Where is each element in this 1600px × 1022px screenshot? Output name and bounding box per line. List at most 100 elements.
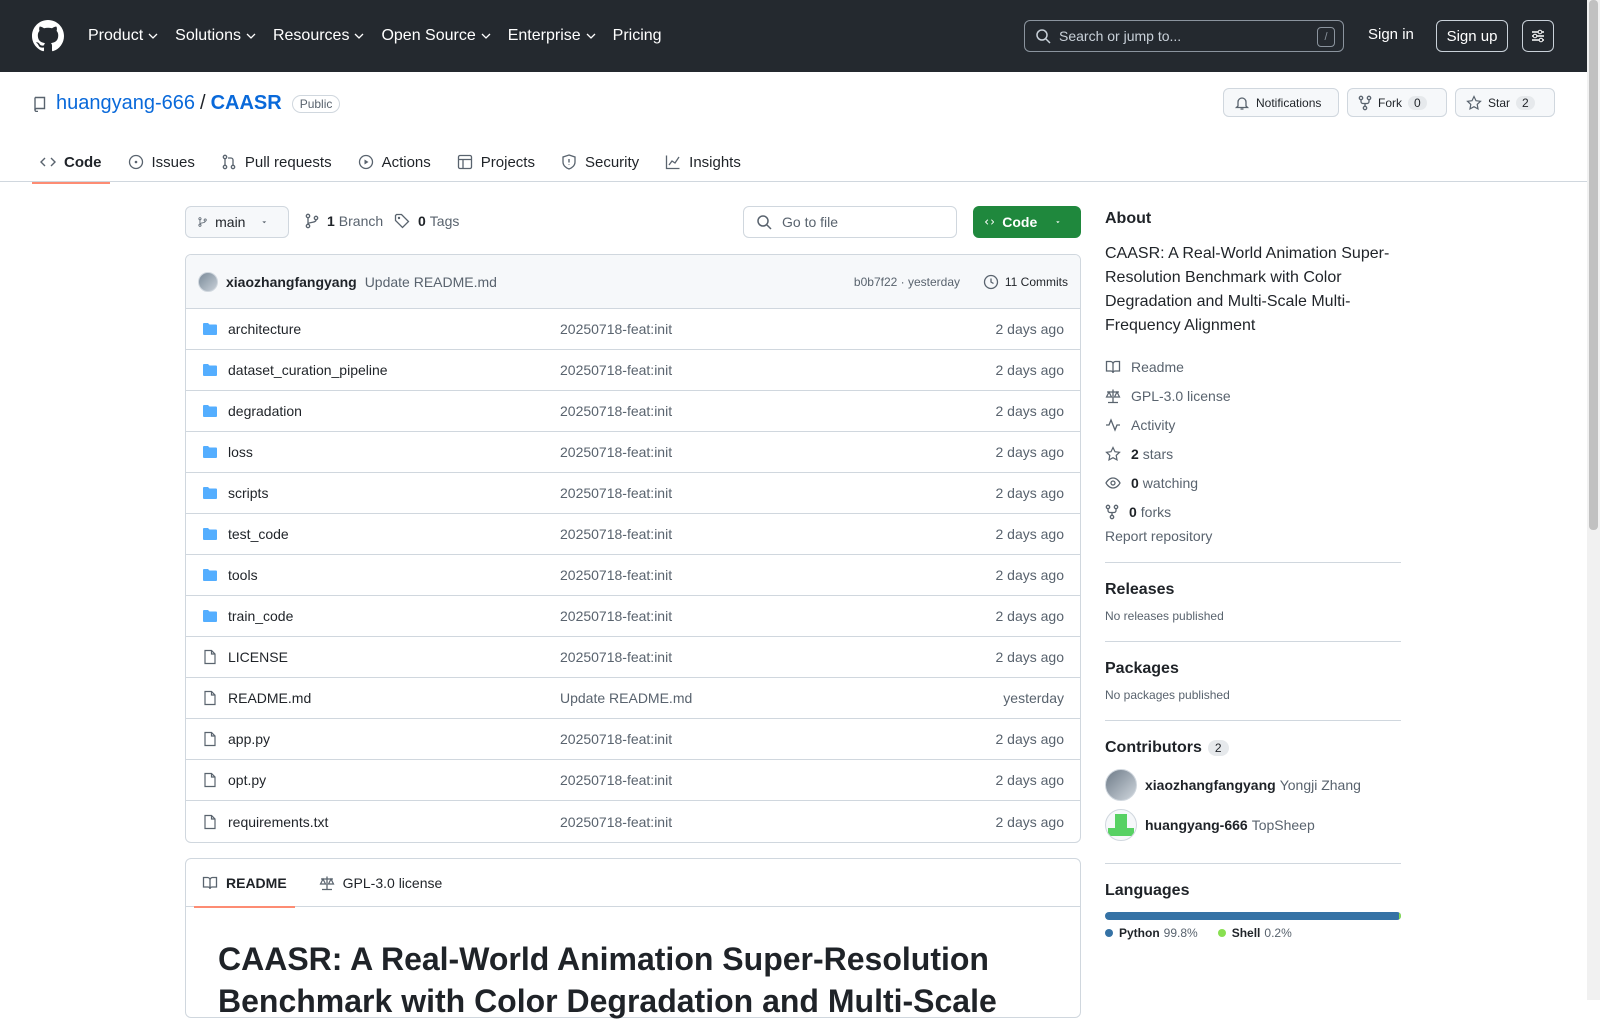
tab-insights[interactable]: Insights [657,146,749,178]
tab-license[interactable]: GPL-3.0 license [311,859,451,907]
settings-menu-button[interactable] [1522,20,1554,52]
file-commit-message[interactable]: 20250718-feat:init [560,608,672,624]
code-dropdown-button[interactable]: Code [973,206,1081,238]
file-row[interactable]: test_code 20250718-feat:init 2 days ago [186,514,1080,555]
forks-link[interactable]: 0 forks [1105,497,1401,526]
file-name[interactable]: dataset_curation_pipeline [228,362,560,378]
contributors-heading[interactable]: Contributors 2 [1105,739,1401,757]
file-commit-message[interactable]: 20250718-feat:init [560,321,672,337]
nav-product[interactable]: Product [88,27,158,45]
file-name[interactable]: LICENSE [228,649,560,665]
go-to-file-input[interactable]: Go to file [743,206,957,238]
file-name[interactable]: scripts [228,485,560,501]
file-commit-message[interactable]: Update README.md [560,690,692,706]
file-commit-message[interactable]: 20250718-feat:init [560,649,672,665]
watching-count: 0 [1131,474,1139,491]
file-row[interactable]: loss 20250718-feat:init 2 days ago [186,432,1080,473]
folder-icon [203,528,217,540]
file-name[interactable]: app.py [228,731,560,747]
releases-heading[interactable]: Releases [1105,581,1401,599]
tab-readme[interactable]: README [194,859,295,908]
file-name[interactable]: requirements.txt [228,814,560,830]
file-commit-message[interactable]: 20250718-feat:init [560,362,672,378]
file-name[interactable]: train_code [228,608,560,624]
repo-owner-link[interactable]: huangyang-666 [56,92,195,115]
watching-link[interactable]: 0 watching [1105,468,1401,497]
avatar[interactable] [198,271,218,292]
nav-resources[interactable]: Resources [273,27,364,45]
branch-select-button[interactable]: main [185,206,289,238]
file-row[interactable]: app.py 20250718-feat:init 2 days ago [186,719,1080,760]
file-row[interactable]: architecture 20250718-feat:init 2 days ago [186,309,1080,350]
file-row[interactable]: scripts 20250718-feat:init 2 days ago [186,473,1080,514]
license-link[interactable]: GPL-3.0 license [1105,381,1401,410]
sign-up-button[interactable]: Sign up [1436,20,1508,52]
contributor-item[interactable]: huangyang-666 TopSheep [1105,805,1401,845]
star-button[interactable]: Star 2 [1455,88,1555,117]
nav-solutions[interactable]: Solutions [175,27,256,45]
chevron-down-icon [481,33,491,39]
commit-message[interactable]: Update README.md [365,274,497,290]
file-row[interactable]: dataset_curation_pipeline 20250718-feat:i… [186,350,1080,391]
file-name[interactable]: opt.py [228,772,560,788]
repo-icon [34,96,46,112]
file-commit-message[interactable]: 20250718-feat:init [560,444,672,460]
tab-actions[interactable]: Actions [350,146,439,178]
nav-open-source[interactable]: Open Source [381,27,491,45]
file-row[interactable]: opt.py 20250718-feat:init 2 days ago [186,760,1080,801]
scrollbar-thumb[interactable] [1589,0,1598,530]
file-name[interactable]: README.md [228,690,560,706]
page-scrollbar[interactable] [1587,0,1600,1000]
file-row[interactable]: LICENSE 20250718-feat:init 2 days ago [186,637,1080,678]
nav-enterprise[interactable]: Enterprise [508,27,596,45]
tab-code[interactable]: Code [32,146,110,184]
file-row[interactable]: requirements.txt 20250718-feat:init 2 days… [186,801,1080,842]
file-name[interactable]: architecture [228,321,560,337]
file-name[interactable]: tools [228,567,560,583]
notifications-button[interactable]: Notifications [1223,88,1339,117]
commit-hash[interactable]: b0b7f22 · yesterday [854,275,960,289]
commits-link[interactable]: 11 Commits [983,274,1068,290]
file-commit-message[interactable]: 20250718-feat:init [560,772,672,788]
file-name[interactable]: loss [228,444,560,460]
file-commit-message[interactable]: 20250718-feat:init [560,403,672,419]
forks-count: 0 [1129,503,1137,520]
file-commit-message[interactable]: 20250718-feat:init [560,485,672,501]
tab-projects[interactable]: Projects [449,146,543,178]
global-search-input[interactable]: Search or jump to... / [1024,20,1344,52]
search-icon [1036,29,1051,44]
file-row[interactable]: README.md Update README.md yesterday [186,678,1080,719]
tab-pull-requests[interactable]: Pull requests [213,146,340,178]
caret-down-icon [1056,221,1060,224]
language-item-python[interactable]: Python 99.8% [1105,926,1198,940]
report-repository-link[interactable]: Report repository [1105,528,1401,544]
commit-author[interactable]: xiaozhangfangyang [226,274,357,290]
contributor-item[interactable]: xiaozhangfangyang Yongji Zhang [1105,765,1401,805]
readme-link[interactable]: Readme [1105,352,1401,381]
tab-issues[interactable]: Issues [120,146,203,178]
file-commit-message[interactable]: 20250718-feat:init [560,526,672,542]
file-row[interactable]: train_code 20250718-feat:init 2 days ago [186,596,1080,637]
tags-link[interactable]: 0 Tags [394,213,459,229]
branches-link[interactable]: 1 Branch [305,213,383,229]
stars-link[interactable]: 2 stars [1105,439,1401,468]
file-row[interactable]: tools 20250718-feat:init 2 days ago [186,555,1080,596]
tab-label: Actions [381,153,431,171]
file-commit-message[interactable]: 20250718-feat:init [560,814,672,830]
file-name[interactable]: test_code [228,526,560,542]
activity-link[interactable]: Activity [1105,410,1401,439]
language-item-shell[interactable]: Shell 0.2% [1217,926,1292,940]
tab-security[interactable]: Security [553,146,647,178]
packages-heading[interactable]: Packages [1105,660,1401,678]
repo-name-link[interactable]: CAASR [211,92,282,115]
file-name[interactable]: degradation [228,403,560,419]
nav-pricing[interactable]: Pricing [613,27,662,45]
nav-label: Solutions [175,27,241,44]
fork-button[interactable]: Fork 0 [1347,88,1447,117]
github-logo-icon[interactable] [32,20,64,52]
sign-in-link[interactable]: Sign in [1368,26,1414,43]
file-row[interactable]: degradation 20250718-feat:init 2 days ago [186,391,1080,432]
file-commit-message[interactable]: 20250718-feat:init [560,731,672,747]
file-commit-message[interactable]: 20250718-feat:init [560,567,672,583]
play-icon [358,154,373,170]
